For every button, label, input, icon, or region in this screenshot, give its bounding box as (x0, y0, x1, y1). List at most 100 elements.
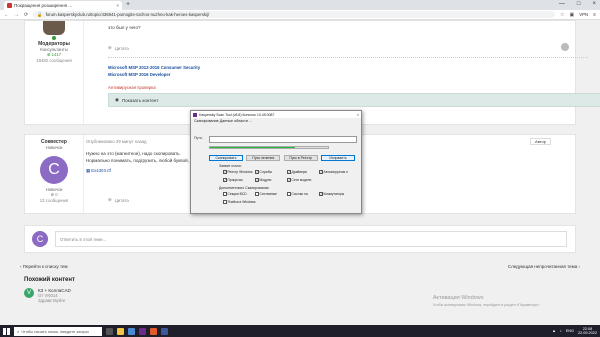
tab-title: Покращення розширення ... (14, 3, 73, 8)
watermark-title: Активация Windows (432, 295, 484, 301)
search-placeholder: Чтобы начать поиск, введите запрос (21, 328, 90, 334)
volume-icon[interactable]: ♪ (560, 329, 562, 333)
post-body: это был у чего? ⊕ Цитата Microsoft MSP 2… (83, 21, 600, 124)
checkbox-windows-cell[interactable]: Ячейка в Windows (223, 200, 256, 204)
add-icon: ⊕ (108, 45, 112, 50)
checkbox-switches[interactable]: ✓ Коммутаторы (319, 192, 344, 196)
like-icon[interactable] (561, 43, 569, 51)
vpn-badge[interactable]: VPN (579, 12, 588, 17)
scan-dialog: Kaspersky Scan Tool (v8.8) Консоль 10.49… (190, 110, 362, 214)
task-view-icon[interactable] (106, 327, 113, 335)
dialog-close-icon[interactable]: × (357, 113, 359, 117)
extensions-icon[interactable]: ▣ (570, 12, 575, 18)
hidden-content-box[interactable]: ◉ Показать контент (108, 93, 600, 107)
browser-tab[interactable]: Покращення розширення ... × (4, 1, 122, 10)
post-date[interactable]: Опубликовано 29 минут назад (86, 139, 147, 144)
checkbox-autorun[interactable]: ✓ Автозагрузчик н (319, 170, 348, 174)
url-text: forum.kasperskyclub.ru/topic/436941-pomo… (45, 12, 210, 17)
brave-browser-icon[interactable] (150, 327, 157, 335)
clock-date: 22.09.2022 (577, 331, 597, 335)
add-icon: ⊕ (108, 197, 112, 202)
tab-close-icon[interactable]: × (116, 3, 119, 8)
topic-navigation: ‹ Перейти к списку тем Следующая непрочи… (20, 264, 580, 272)
signature-link[interactable]: Microsoft MSP 2016 Developer (108, 72, 171, 77)
post-author-role: Новичок (45, 145, 63, 150)
watermark-text: Чтобы активировать Windows, перейдите в … (432, 303, 540, 307)
post-author-panel: Соквестер Новичок C Новичок ⊕ 0 13 сообщ… (25, 135, 83, 203)
start-cure-button[interactable]: Пуск лечения (246, 155, 281, 161)
url-field[interactable]: 🔒 forum.kasperskyclub.ru/topic/436941-po… (33, 11, 556, 18)
dialog-titlebar[interactable]: Kaspersky Scan Tool (v8.8) Консоль 10.49… (191, 111, 361, 118)
minimize-button[interactable]: — (559, 1, 565, 7)
scan-progress-bar (209, 146, 329, 149)
path-field[interactable] (209, 136, 357, 143)
post-author-panel: Модераторы Консультанты ⊕ 1417 18482 соо… (25, 21, 83, 63)
reply-input[interactable]: Ответить в этой теме... (55, 231, 567, 247)
reputation-count: 1417 (51, 52, 62, 57)
checkbox-system[interactable]: Системные (255, 192, 277, 196)
system-tray: ▲ ♪ ENG 22:08 22.09.2022 (552, 327, 597, 336)
quote-button[interactable]: ⊕ Цитата (108, 197, 129, 203)
signature-link[interactable]: Microsoft MSP 2012-2016 Consumer Securit… (108, 65, 200, 70)
checkbox-processes[interactable]: ✓ Процессы (223, 178, 243, 182)
prev-topic-link[interactable]: ‹ Перейти к списку тем (20, 264, 68, 272)
taskbar: ⌕ Чтобы начать поиск, введите запрос ▲ ♪… (0, 325, 600, 337)
lock-icon: 🔒 (37, 11, 43, 17)
bookmark-icon[interactable]: ☆ (560, 12, 564, 18)
forward-icon[interactable]: → (14, 12, 19, 18)
window-controls: — □ × (559, 1, 596, 7)
checkbox-services[interactable]: ✓ Службы (255, 170, 272, 174)
quote-label: Цитата (114, 45, 129, 51)
message-count: 18482 сообщения (36, 58, 72, 63)
post-text: Нормально понимать, подгрузить, любой бу… (86, 158, 203, 163)
checkbox-links[interactable]: Ссылки на (287, 192, 308, 196)
new-tab-button[interactable]: + (126, 1, 130, 8)
options-label: Заявит стало: (219, 164, 242, 168)
scan-tool-icon[interactable] (139, 327, 146, 335)
file-explorer-icon[interactable] (117, 327, 124, 335)
divider (108, 57, 588, 58)
dialog-title: Kaspersky Scan Tool (v8.8) Консоль 10.49… (199, 112, 275, 117)
checkbox-bcd[interactable]: Секции BCD (223, 192, 247, 196)
message-count: 13 сообщения (39, 198, 69, 203)
maximize-button[interactable]: □ (577, 1, 581, 7)
quote-label: Цитата (114, 197, 129, 203)
extra-options-label: Дополнительно Сканирования (219, 186, 269, 190)
avatar[interactable] (43, 21, 65, 35)
attachment-link[interactable]: ▦ Ex4303.rtf (86, 168, 111, 174)
quote-button[interactable]: ⊕ Цитата (108, 45, 129, 51)
reply-box: C Ответить в этой теме... (24, 225, 576, 253)
path-label: Путь: (194, 136, 203, 140)
reload-icon[interactable]: ⟳ (24, 12, 28, 18)
avatar: C (32, 231, 48, 247)
store-icon[interactable] (128, 327, 135, 335)
start-button[interactable] (3, 327, 10, 335)
next-topic-link[interactable]: Следующая непрочитанная тема › (508, 264, 580, 272)
network-icon[interactable]: ▲ (552, 329, 556, 333)
section-title: Похожий контент (24, 277, 75, 283)
checkbox-modules[interactable]: ✓ Модули (255, 178, 271, 182)
close-window-button[interactable]: × (592, 1, 596, 7)
back-icon[interactable]: ← (4, 12, 9, 18)
post-text: Нужно на это (магнитное), надо скопирова… (86, 151, 181, 156)
taskbar-search[interactable]: ⌕ Чтобы начать поиск, введите запрос (14, 326, 102, 336)
topic-snippet: Здравствуйте (38, 298, 66, 303)
avatar[interactable]: C (40, 156, 68, 184)
fix-button[interactable]: Исправить (320, 155, 355, 161)
checkbox-network[interactable]: ✓ Сети модели (287, 178, 311, 182)
scan-button[interactable]: Сканировать (209, 155, 243, 161)
language-indicator[interactable]: ENG (566, 329, 574, 333)
app-icon[interactable] (161, 327, 168, 335)
checkbox-registry[interactable]: ✓ Реестр Windows (223, 170, 253, 174)
start-registry-button[interactable]: Пуск в Реестр (283, 155, 318, 161)
search-icon: ⌕ (17, 328, 20, 334)
post-text: это был у чего? (108, 25, 141, 30)
favicon-icon (7, 3, 12, 8)
menu-icon[interactable]: ≡ (593, 12, 596, 18)
eye-icon: ◉ (115, 97, 119, 102)
dialog-buttons: Сканировать Пуск лечения Пуск в Реестр И… (209, 155, 355, 161)
checkbox-drivers[interactable]: ✓ Драйверы (287, 170, 307, 174)
avatar: V (24, 288, 34, 298)
app-icon (193, 112, 197, 117)
clock[interactable]: 22:08 22.09.2022 (578, 327, 597, 336)
